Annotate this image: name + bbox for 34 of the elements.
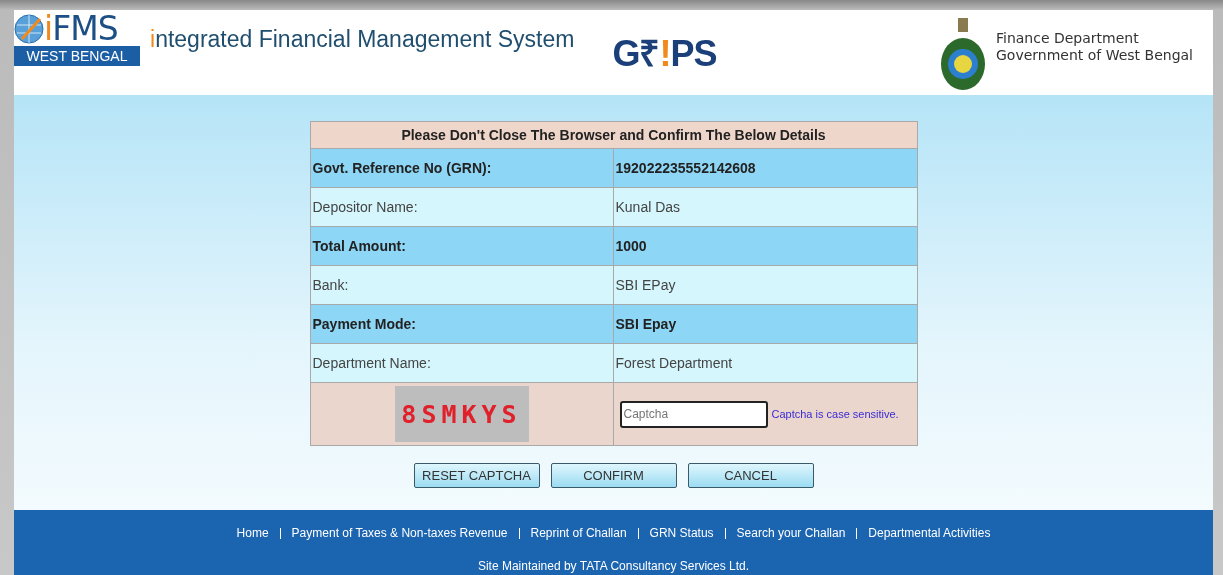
- action-button[interactable]: CANCEL: [687, 463, 814, 488]
- value-cell: 192022235552142608: [613, 149, 917, 187]
- table-title: Please Don't Close The Browser and Confirm The Below Details: [310, 122, 917, 148]
- label-cell: Bank:: [310, 266, 613, 304]
- label-cell: Depositor Name:: [310, 188, 613, 226]
- footer-link[interactable]: Search your Challan: [736, 526, 846, 540]
- region-label: WEST BENGAL: [14, 46, 140, 66]
- value-cell: Forest Department: [613, 344, 917, 382]
- government-name: Government of West Bengal: [995, 47, 1193, 64]
- footer-link[interactable]: Payment of Taxes & Non-taxes Revenue: [291, 526, 508, 540]
- value-cell: 1000: [613, 227, 917, 265]
- captcha-field[interactable]: Captcha: [619, 400, 768, 428]
- system-name: integrated Financial Management System: [150, 26, 575, 53]
- ifms-logo: iFMS: [44, 12, 118, 46]
- globe-icon: [14, 13, 44, 45]
- emblem-icon: [939, 16, 986, 92]
- footer-credit: Site Maintained by TATA Consultancy Services Ltd.: [477, 559, 750, 573]
- footer-link[interactable]: Home: [236, 526, 269, 540]
- footer-link[interactable]: Reprint of Challan: [530, 526, 627, 540]
- value-cell: SBI Epay: [613, 305, 917, 343]
- label-cell: Payment Mode:: [310, 305, 613, 343]
- action-button[interactable]: CONFIRM: [550, 463, 677, 488]
- grips-logo: G₹!PS: [612, 32, 717, 76]
- label-cell: Total Amount:: [310, 227, 613, 265]
- department-name: Finance Department: [995, 30, 1140, 47]
- label-cell: Govt. Reference No (GRN):: [310, 149, 613, 187]
- value-cell: Kunal Das: [613, 188, 917, 226]
- value-cell: SBI EPay: [613, 266, 917, 304]
- label-cell: Department Name:: [310, 344, 613, 382]
- action-button[interactable]: RESET CAPTCHA: [413, 463, 540, 488]
- captcha-image: 8SMKYS: [394, 386, 529, 442]
- footer-link[interactable]: GRN Status: [649, 526, 714, 540]
- footer-link[interactable]: Departmental Activities: [868, 526, 991, 540]
- captcha-hint: Captcha is case sensitive.: [771, 408, 899, 420]
